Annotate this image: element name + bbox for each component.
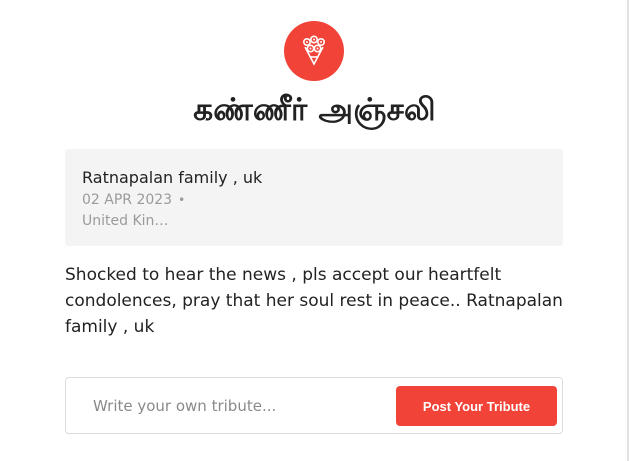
tribute-card: Ratnapalan family , uk 02 APR 2023 • Unit… — [65, 149, 563, 246]
tribute-date: 02 APR 2023 — [82, 192, 173, 208]
page-title: கண்ணீர் அஞ்சலி — [193, 92, 436, 128]
tribute-input[interactable] — [76, 386, 386, 426]
tribute-meta: 02 APR 2023 • — [82, 190, 546, 210]
tribute-composer: Post Your Tribute — [65, 377, 563, 434]
tribute-author: Ratnapalan family , uk — [82, 168, 263, 187]
tribute-page: கண்ணீர் அஞ்சலி Ratnapalan family , uk 02… — [0, 0, 629, 461]
meta-separator: • — [178, 193, 186, 207]
flower-bouquet-icon — [284, 21, 344, 81]
tribute-location: United Kin… — [82, 213, 169, 229]
post-tribute-button[interactable]: Post Your Tribute — [396, 386, 557, 426]
tribute-message: Shocked to hear the news , pls accept ou… — [65, 265, 563, 337]
